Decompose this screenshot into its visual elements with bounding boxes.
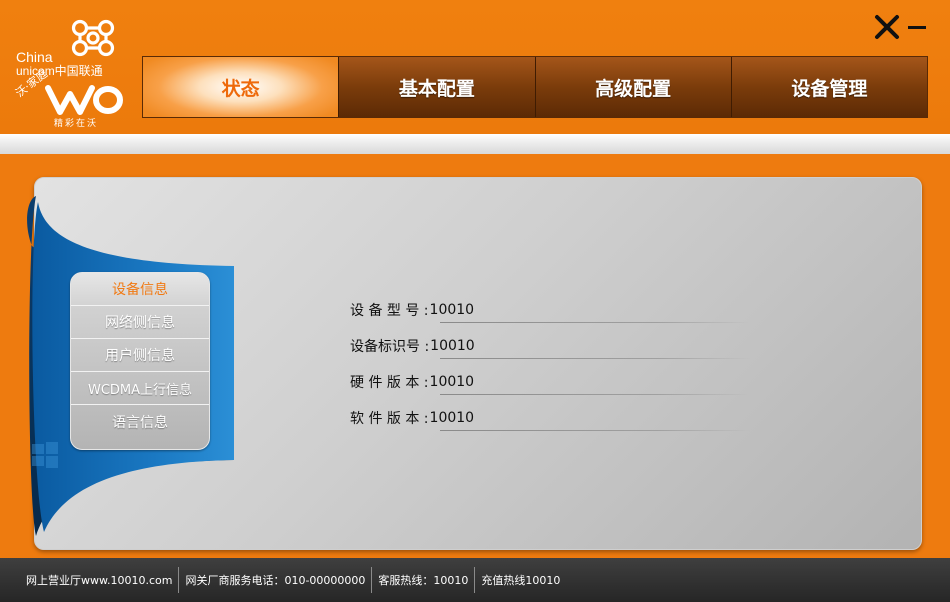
minimize-icon[interactable] <box>906 14 928 40</box>
logo-china-text: China <box>16 49 53 65</box>
tab-advanced-config[interactable]: 高级配置 <box>535 57 732 117</box>
sidebar-item-user-info[interactable]: 用户侧信息 <box>71 339 209 372</box>
footer-vendor-phone: 网关厂商服务电话：010-00000000 <box>185 574 366 587</box>
info-label: 设备标识号 : <box>350 339 430 355</box>
tab-device-management[interactable]: 设备管理 <box>731 57 927 117</box>
header-divider <box>0 134 950 154</box>
unicom-knot-logo-icon <box>71 19 115 57</box>
footer-service-hotline: 客服热线：10010 <box>378 574 469 587</box>
header: China unicom中国联通 沃·家庭 精彩在沃 状态 基本配置 高级配置 … <box>0 0 950 134</box>
china-unicom-logo: China unicom中国联通 沃·家庭 精彩在沃 <box>10 12 130 130</box>
info-row-software-version: 软 件 版 本 : 10010 <box>350 400 750 436</box>
footer-online-hall-link[interactable]: 网上营业厅www.10010.com <box>26 572 178 588</box>
info-row-device-model: 设 备 型 号 : 10010 <box>350 292 750 328</box>
info-label: 设 备 型 号 : <box>350 303 429 319</box>
sidebar-menu: 设备信息 网络侧信息 用户侧信息 WCDMA上行信息 语言信息 <box>70 272 210 450</box>
main-nav: 状态 基本配置 高级配置 设备管理 <box>142 56 928 118</box>
tab-basic-config[interactable]: 基本配置 <box>339 57 536 117</box>
sidebar-item-wcdma-uplink-info[interactable]: WCDMA上行信息 <box>71 372 209 405</box>
tab-status[interactable]: 状态 <box>143 57 340 117</box>
device-info-list: 设 备 型 号 : 10010 设备标识号 : 10010 硬 件 版 本 : … <box>350 292 750 436</box>
info-row-hardware-version: 硬 件 版 本 : 10010 <box>350 364 750 400</box>
info-value: 10010 <box>429 410 475 426</box>
wo-logo-icon <box>45 85 123 115</box>
info-label: 硬 件 版 本 : <box>350 375 429 391</box>
sidebar-item-language-info[interactable]: 语言信息 <box>71 405 209 438</box>
info-label: 软 件 版 本 : <box>350 411 429 427</box>
footer: 网上营业厅www.10010.com 网关厂商服务电话：010-00000000… <box>0 558 950 602</box>
sidebar-item-device-info[interactable]: 设备信息 <box>71 273 209 306</box>
logo-slogan-text: 精彩在沃 <box>54 119 99 129</box>
sidebar-item-network-info[interactable]: 网络侧信息 <box>71 306 209 339</box>
footer-recharge-hotline: 充值热线10010 <box>481 574 561 587</box>
close-icon[interactable] <box>874 14 900 40</box>
info-value: 10010 <box>429 302 475 318</box>
info-value: 10010 <box>430 338 475 354</box>
info-value: 10010 <box>429 374 475 390</box>
info-row-device-id: 设备标识号 : 10010 <box>350 328 750 364</box>
